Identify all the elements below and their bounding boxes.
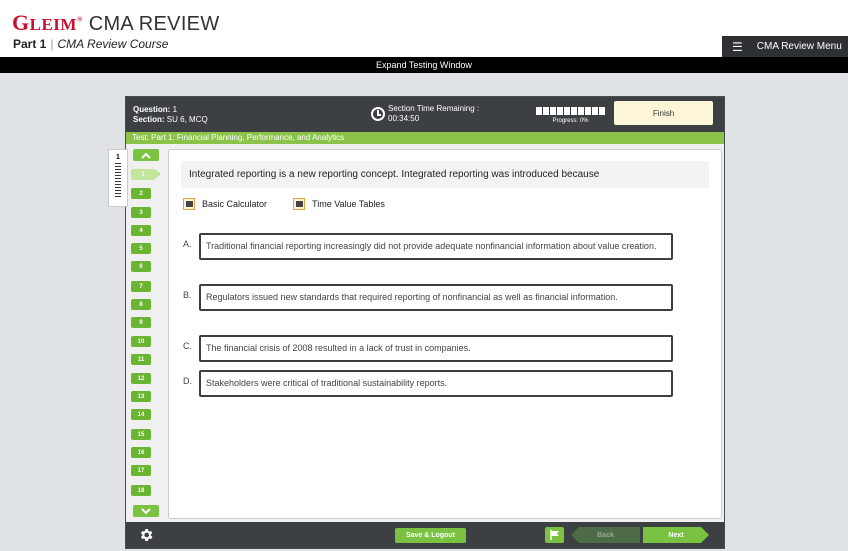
- answer-text[interactable]: Regulators issued new standards that req…: [199, 284, 673, 311]
- tables-label: Time Value Tables: [312, 199, 385, 209]
- question-navigator: 1 2 3 4 5 6 7 8 9 10 11 12 13 14 15 16 17 18: [131, 147, 161, 519]
- finish-button[interactable]: Finish: [614, 101, 713, 125]
- question-number: 1: [172, 105, 178, 114]
- question-nav-item[interactable]: 12: [131, 373, 151, 384]
- question-nav-item[interactable]: 6: [131, 261, 151, 272]
- timer-label: Section Time Remaining :: [388, 104, 480, 113]
- hamburger-icon: ☰: [732, 39, 743, 54]
- answer-option-d[interactable]: D. Stakeholders were critical of traditi…: [183, 370, 673, 397]
- brand-logo: GLEIM® CMA REVIEW: [12, 10, 220, 36]
- answer-text[interactable]: The financial crisis of 2008 resulted in…: [199, 335, 673, 362]
- question-nav-item[interactable]: 4: [131, 225, 151, 236]
- timer-value: 00:34:50: [388, 114, 420, 123]
- time-value-tables-button[interactable]: Time Value Tables: [293, 198, 385, 210]
- answer-option-a[interactable]: A. Traditional financial reporting incre…: [183, 233, 673, 260]
- question-nav-item[interactable]: 3: [131, 207, 151, 218]
- testing-window: Question: 1 Section: SU 6, MCQ Section T…: [108, 96, 725, 549]
- question-nav-item[interactable]: 7: [131, 281, 151, 292]
- answer-option-b[interactable]: B. Regulators issued new standards that …: [183, 284, 673, 311]
- flag-question-button[interactable]: [545, 527, 564, 543]
- question-nav-item[interactable]: 1: [131, 169, 161, 180]
- question-nav-item[interactable]: 14: [131, 409, 151, 420]
- part-label: Part 1: [13, 37, 47, 51]
- table-icon: [293, 198, 306, 210]
- progress-bar: [536, 107, 605, 115]
- answer-letter: B.: [183, 290, 192, 300]
- question-nav-item[interactable]: 5: [131, 243, 151, 254]
- expand-testing-window-button[interactable]: Expand Testing Window: [0, 57, 848, 73]
- cma-review-menu-button[interactable]: ☰ CMA Review Menu: [722, 36, 848, 57]
- test-footer: Save & Logout Back Next: [126, 522, 724, 548]
- question-nav-item[interactable]: 17: [131, 465, 151, 476]
- question-info: Question: 1 Section: SU 6, MCQ: [133, 105, 208, 124]
- answer-letter: A.: [183, 239, 192, 249]
- chevron-down-icon: [141, 507, 151, 514]
- calculator-icon: [183, 198, 195, 210]
- course-subtitle: Part 1 | CMA Review Course: [13, 37, 168, 51]
- next-button[interactable]: Next: [643, 527, 709, 543]
- scroll-ticks-icon: [115, 163, 121, 198]
- flag-icon: [549, 530, 559, 540]
- menu-label: CMA Review Menu: [756, 41, 842, 52]
- question-nav-item[interactable]: 11: [131, 354, 151, 365]
- progress-label: Progress: 0%: [552, 118, 589, 124]
- answer-text[interactable]: Traditional financial reporting increasi…: [199, 233, 673, 260]
- answer-letter: C.: [183, 341, 192, 351]
- question-nav-item[interactable]: 16: [131, 447, 151, 458]
- separator: |: [50, 37, 54, 51]
- question-stem: Integrated reporting is a new reporting …: [181, 161, 709, 188]
- chevron-up-icon: [141, 152, 151, 159]
- nav-up-button[interactable]: [133, 149, 159, 161]
- test-header: Question: 1 Section: SU 6, MCQ Section T…: [126, 97, 724, 132]
- flag-panel-number: 1: [116, 154, 120, 161]
- brand-product: CMA REVIEW: [88, 13, 220, 35]
- question-nav-item[interactable]: 13: [131, 391, 151, 402]
- tools-bar: Basic Calculator Time Value Tables: [183, 198, 385, 210]
- question-flag-panel[interactable]: 1: [108, 149, 128, 207]
- question-nav-item[interactable]: 9: [131, 317, 151, 328]
- section-timer: Section Time Remaining : 00:34:50: [371, 104, 479, 124]
- save-logout-button[interactable]: Save & Logout: [395, 528, 466, 543]
- section-value: SU 6, MCQ: [166, 115, 208, 124]
- answer-option-c[interactable]: C. The financial crisis of 2008 resulted…: [183, 335, 673, 362]
- back-button[interactable]: Back: [571, 527, 640, 543]
- question-nav-item[interactable]: 15: [131, 429, 151, 440]
- answer-text[interactable]: Stakeholders were critical of traditiona…: [199, 370, 673, 397]
- brand-name: GLEIM®: [12, 10, 83, 35]
- question-nav-item[interactable]: 8: [131, 299, 151, 310]
- gear-icon[interactable]: [138, 527, 154, 543]
- question-nav-item[interactable]: 18: [131, 485, 151, 496]
- test-title-bar: Test: Part 1: Financial Planning, Perfor…: [126, 132, 724, 144]
- question-content: Integrated reporting is a new reporting …: [168, 149, 722, 519]
- progress-indicator: Progress: 0%: [536, 107, 605, 124]
- course-name: CMA Review Course: [57, 37, 169, 51]
- question-nav-item[interactable]: 2: [131, 188, 151, 199]
- calculator-label: Basic Calculator: [202, 199, 268, 209]
- app-header: GLEIM® CMA REVIEW Part 1 | CMA Review Cour…: [0, 0, 848, 57]
- question-nav-item[interactable]: 10: [131, 336, 151, 347]
- answer-letter: D.: [183, 376, 192, 386]
- basic-calculator-button[interactable]: Basic Calculator: [183, 198, 267, 210]
- nav-down-button[interactable]: [133, 505, 159, 517]
- clock-icon: [371, 107, 385, 121]
